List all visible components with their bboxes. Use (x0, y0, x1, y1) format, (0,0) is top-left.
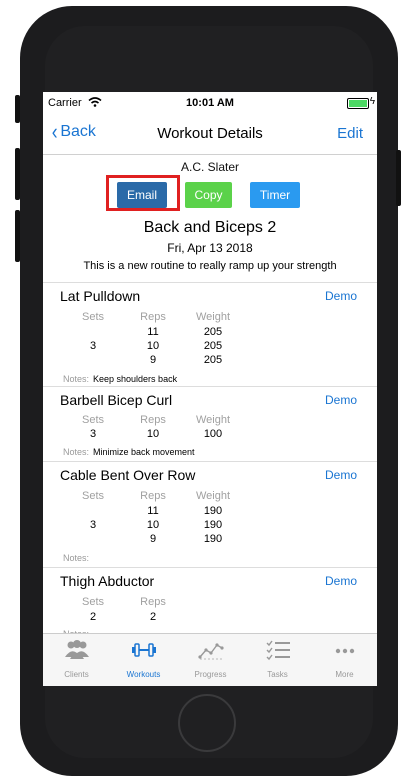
reps-header: Reps (140, 596, 166, 608)
reps-value: 10 (146, 340, 160, 352)
battery-icon (347, 98, 369, 109)
email-button[interactable]: Email (117, 182, 167, 208)
weight-value: 205 (203, 354, 223, 366)
status-bar: Carrier 10:01 AM ϟ (43, 92, 377, 114)
charging-icon: ϟ (369, 96, 375, 107)
weight-value: 100 (203, 428, 223, 440)
tab-progress[interactable]: Progress (177, 634, 244, 686)
notes-value: Keep shoulders back (93, 374, 178, 384)
reps-header: Reps (140, 490, 166, 502)
weight-value: 190 (203, 533, 223, 545)
workout-description: This is a new routine to really ramp up … (83, 260, 337, 272)
reps-value: 2 (149, 611, 157, 623)
exercise-row[interactable]: Lat Pulldown Demo Sets Reps Weight 3 11 … (43, 282, 377, 387)
weight-value: 190 (203, 519, 223, 531)
exercise-row[interactable]: Cable Bent Over Row Demo Sets Reps Weigh… (43, 461, 377, 568)
sets-header: Sets (81, 311, 104, 323)
reps-header: Reps (140, 311, 166, 323)
home-button[interactable] (178, 694, 236, 752)
weight-value: 205 (203, 340, 223, 352)
tab-bar: Clients Workouts Progress Tasks More (43, 633, 377, 686)
exercise-name: Lat Pulldown (60, 288, 141, 304)
sets-value: 3 (89, 340, 97, 352)
tab-label: Progress (194, 670, 227, 679)
app-screen: Carrier 10:01 AM ϟ ‹ Back Workout Detail… (43, 92, 377, 686)
workout-title: Back and Biceps 2 (143, 219, 277, 236)
reps-value: 9 (149, 354, 157, 366)
status-time: 10:01 AM (186, 97, 234, 109)
exercise-notes: Notes: Keep shoulders back (63, 374, 177, 384)
sets-header: Sets (81, 490, 104, 502)
tab-label: Clients (64, 670, 89, 679)
demo-link[interactable]: Demo (325, 289, 357, 303)
notes-value: Minimize back movement (93, 447, 195, 457)
reps-value: 11 (147, 326, 159, 338)
power-button (396, 150, 401, 206)
tab-more[interactable]: More (311, 634, 377, 686)
tab-workouts[interactable]: Workouts (110, 634, 177, 686)
sets-header: Sets (81, 596, 104, 608)
tab-label: Tasks (267, 670, 288, 679)
tab-label: Workouts (126, 670, 161, 679)
exercise-notes: Notes: Minimize back movement (63, 447, 195, 457)
exercise-name: Cable Bent Over Row (60, 467, 196, 483)
weight-value: 190 (203, 505, 223, 517)
exercise-row[interactable]: Barbell Bicep Curl Demo Sets Reps Weight… (43, 386, 377, 462)
sets-header: Sets (81, 414, 104, 426)
demo-link[interactable]: Demo (325, 468, 357, 482)
volume-up-button (15, 148, 20, 200)
tab-tasks[interactable]: Tasks (244, 634, 311, 686)
sets-value: 3 (89, 428, 97, 440)
weight-header: Weight (195, 414, 231, 426)
workout-date: Fri, Apr 13 2018 (167, 241, 253, 255)
demo-link[interactable]: Demo (325, 393, 357, 407)
more-icon (335, 648, 355, 654)
reps-header: Reps (140, 414, 166, 426)
page-title: Workout Details (157, 125, 263, 142)
notes-label: Notes: (63, 553, 90, 563)
action-buttons: Email Copy Timer (43, 155, 377, 211)
edit-button[interactable]: Edit (337, 125, 363, 142)
sets-value: 2 (89, 611, 97, 623)
navigation-bar: ‹ Back Workout Details Edit (43, 114, 377, 155)
exercise-row[interactable]: Thigh Abductor Demo Sets Reps 2 2 Notes: (43, 567, 377, 634)
notes-label: Notes: (63, 447, 90, 457)
dumbbell-icon (132, 643, 156, 657)
reps-value: 10 (146, 519, 160, 531)
exercise-name: Barbell Bicep Curl (60, 392, 173, 408)
weight-header: Weight (195, 311, 231, 323)
exercise-name: Thigh Abductor (60, 573, 155, 589)
weight-header: Weight (195, 490, 231, 502)
workout-content[interactable]: A.C. Slater Email Copy Timer Back and Bi… (43, 155, 377, 634)
demo-link[interactable]: Demo (325, 574, 357, 588)
timer-button[interactable]: Timer (250, 182, 300, 208)
clients-icon (65, 640, 89, 659)
reps-value: 9 (149, 533, 157, 545)
tab-label: More (335, 670, 354, 679)
progress-icon (198, 643, 224, 660)
reps-value: 10 (146, 428, 160, 440)
sets-value: 3 (89, 519, 97, 531)
notes-label: Notes: (63, 374, 90, 384)
volume-down-button (15, 210, 20, 262)
copy-button[interactable]: Copy (185, 182, 232, 208)
exercise-notes: Notes: (63, 553, 89, 563)
tab-clients[interactable]: Clients (43, 634, 110, 686)
mute-switch (15, 95, 20, 123)
tasks-icon (266, 640, 290, 661)
weight-value: 205 (203, 326, 223, 338)
reps-value: 11 (147, 505, 159, 517)
